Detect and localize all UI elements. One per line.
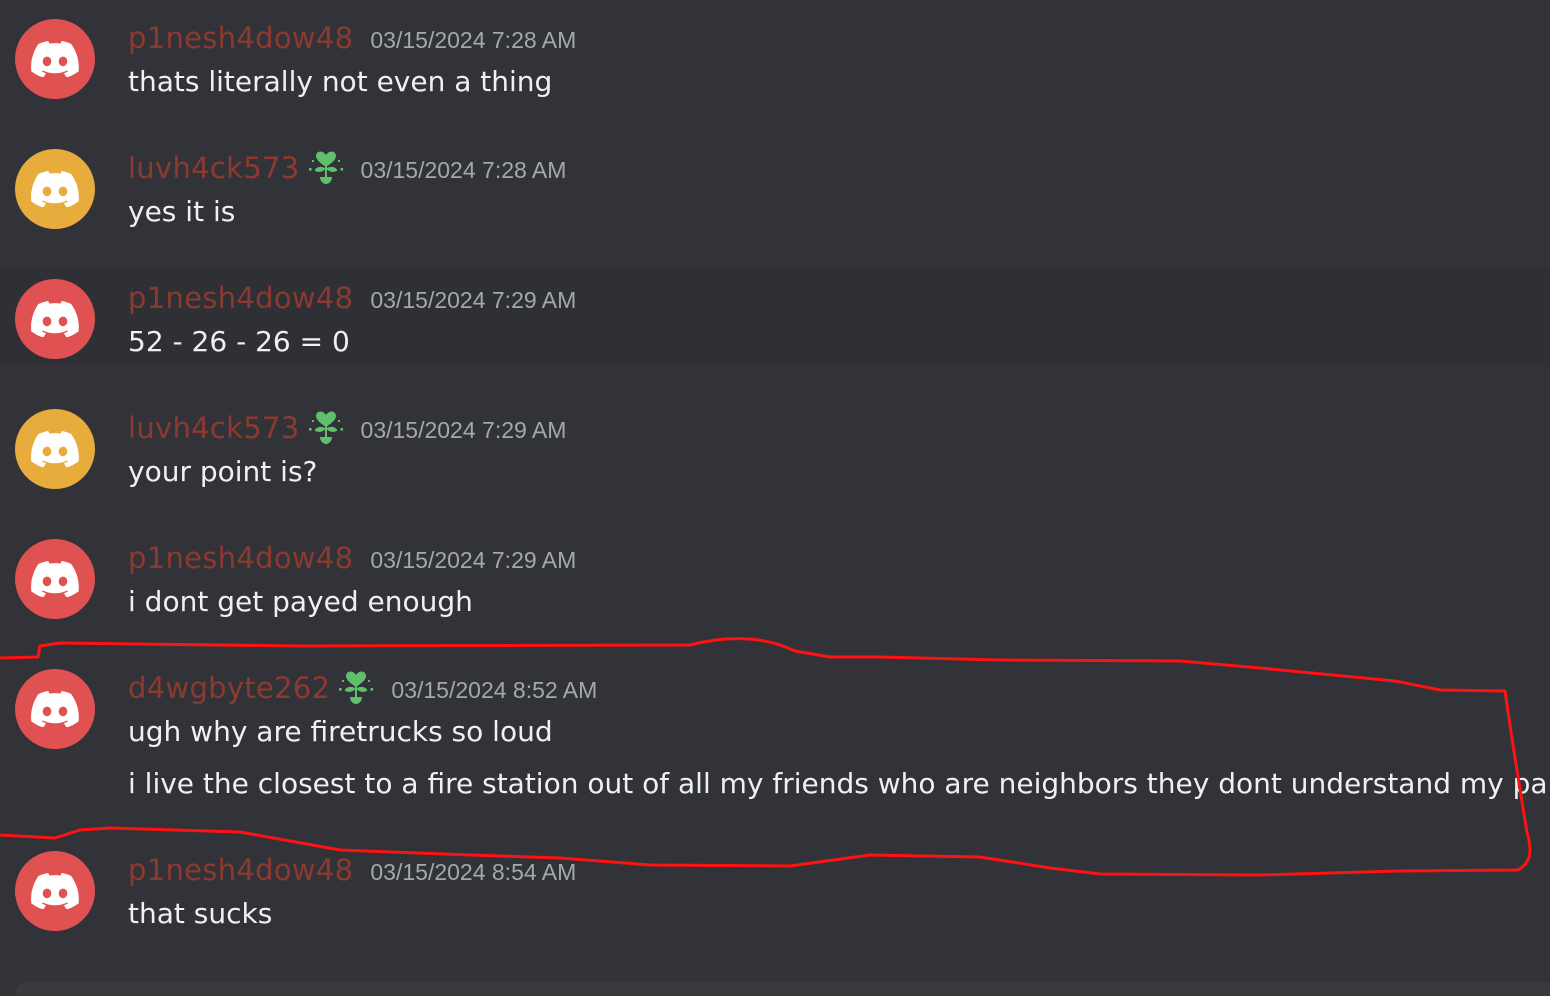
username[interactable]: d4wgbyte262	[128, 670, 330, 706]
avatar[interactable]	[15, 539, 95, 619]
discord-logo-icon	[31, 41, 79, 77]
timestamp[interactable]: 03/15/2024 7:29 AM	[370, 282, 576, 318]
discord-logo-icon	[31, 301, 79, 337]
message-header: p1nesh4dow48 03/15/2024 7:28 AM	[128, 20, 576, 56]
username[interactable]: p1nesh4dow48	[128, 20, 353, 56]
message-item[interactable]: luvh4ck573 03/15/2024 7:28 AM yes it is	[0, 130, 1550, 268]
avatar[interactable]	[15, 409, 95, 489]
message-header: p1nesh4dow48 03/15/2024 7:29 AM	[128, 540, 576, 576]
message-composer[interactable]	[16, 982, 1550, 996]
message-header: p1nesh4dow48 03/15/2024 8:54 AM	[128, 852, 576, 888]
message-text: that sucks	[128, 897, 273, 930]
message-text: your point is?	[128, 455, 318, 488]
discord-logo-icon	[31, 691, 79, 727]
discord-logo-icon	[31, 561, 79, 597]
discord-logo-icon	[31, 171, 79, 207]
leaf-heart-icon[interactable]	[306, 410, 346, 446]
discord-logo-icon	[31, 873, 79, 909]
discord-logo-icon	[31, 431, 79, 467]
timestamp[interactable]: 03/15/2024 8:54 AM	[370, 854, 576, 890]
message-list: p1nesh4dow48 03/15/2024 7:28 AM thats li…	[0, 0, 1550, 996]
leaf-heart-icon[interactable]	[306, 150, 346, 186]
username[interactable]: luvh4ck573	[128, 150, 300, 186]
message-text: ugh why are firetrucks so loud	[128, 715, 553, 748]
timestamp[interactable]: 03/15/2024 7:29 AM	[370, 542, 576, 578]
message-item[interactable]: p1nesh4dow48 03/15/2024 7:28 AM thats li…	[0, 0, 1550, 130]
message-item[interactable]: d4wgbyte262 03/15/2024 8:52 AM ugh why a…	[0, 650, 1550, 832]
message-item[interactable]: p1nesh4dow48 03/15/2024 7:29 AM i dont g…	[0, 520, 1550, 650]
message-text: thats literally not even a thing	[128, 65, 553, 98]
username[interactable]: p1nesh4dow48	[128, 280, 353, 316]
timestamp[interactable]: 03/15/2024 7:28 AM	[370, 22, 576, 58]
avatar[interactable]	[15, 851, 95, 931]
message-item[interactable]: p1nesh4dow48 03/15/2024 8:54 AM that suc…	[0, 832, 1550, 972]
timestamp[interactable]: 03/15/2024 7:28 AM	[361, 152, 567, 188]
message-header: luvh4ck573 03/15/2024 7:29 AM	[128, 410, 566, 446]
message-header: p1nesh4dow48 03/15/2024 7:29 AM	[128, 280, 576, 316]
timestamp[interactable]: 03/15/2024 8:52 AM	[391, 672, 597, 708]
avatar[interactable]	[15, 149, 95, 229]
message-item[interactable]: luvh4ck573 03/15/2024 7:29 AM your point…	[0, 390, 1550, 520]
leaf-heart-icon[interactable]	[336, 670, 376, 706]
message-item[interactable]: p1nesh4dow48 03/15/2024 7:29 AM 52 - 26 …	[0, 268, 1550, 366]
message-header: luvh4ck573 03/15/2024 7:28 AM	[128, 150, 566, 186]
message-header: d4wgbyte262 03/15/2024 8:52 AM	[128, 670, 597, 706]
message-text: 52 - 26 - 26 = 0	[128, 325, 350, 358]
message-text: i live the closest to a fire station out…	[128, 767, 1550, 800]
username[interactable]: p1nesh4dow48	[128, 540, 353, 576]
timestamp[interactable]: 03/15/2024 7:29 AM	[361, 412, 567, 448]
message-text: yes it is	[128, 195, 236, 228]
avatar[interactable]	[15, 279, 95, 359]
username[interactable]: luvh4ck573	[128, 410, 300, 446]
username[interactable]: p1nesh4dow48	[128, 852, 353, 888]
message-text: i dont get payed enough	[128, 585, 473, 618]
avatar[interactable]	[15, 19, 95, 99]
avatar[interactable]	[15, 669, 95, 749]
